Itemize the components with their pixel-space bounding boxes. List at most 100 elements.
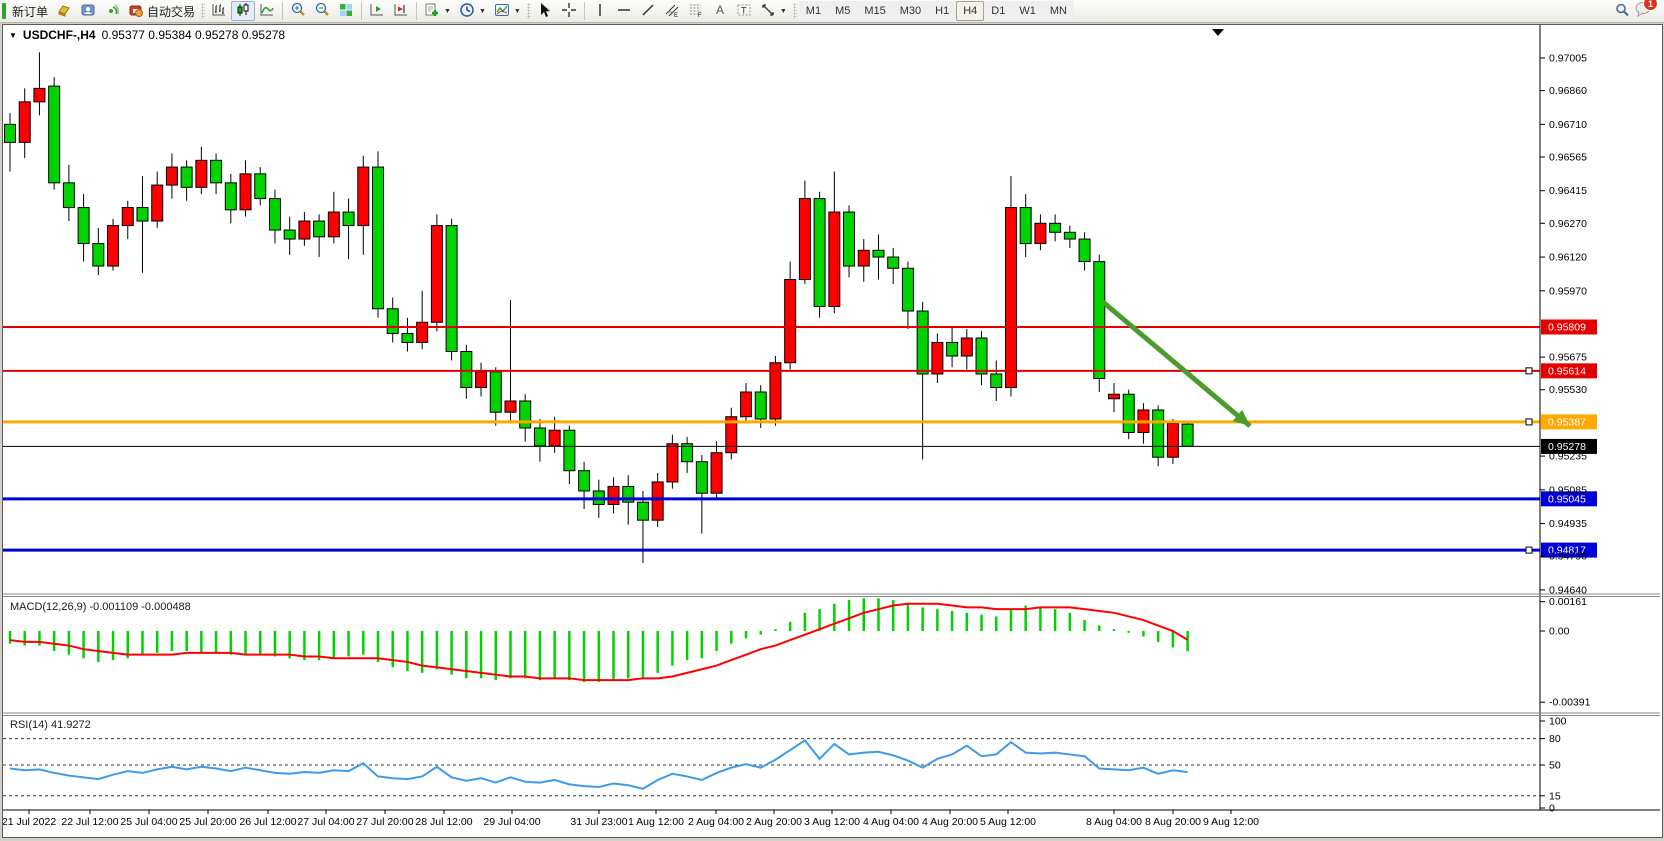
trendline-button[interactable]: [636, 1, 660, 21]
svg-text:100: 100: [1549, 716, 1567, 728]
chart-symbol-label: USDCHF-,H4: [23, 28, 96, 42]
tile-windows-icon: [338, 2, 354, 21]
svg-text:8 Aug 20:00: 8 Aug 20:00: [1145, 816, 1201, 828]
svg-text:3 Aug 12:00: 3 Aug 12:00: [804, 816, 860, 828]
arrows-icon: [760, 2, 776, 21]
svg-text:1 Aug 12:00: 1 Aug 12:00: [628, 816, 684, 828]
svg-text:-0.00391: -0.00391: [1549, 697, 1591, 709]
auto-scroll-icon: [393, 2, 409, 21]
timeframe-m1[interactable]: M1: [799, 1, 828, 21]
timeframe-mn[interactable]: MN: [1043, 1, 1074, 21]
community-button[interactable]: [76, 1, 100, 21]
toolbar-separator: [282, 2, 283, 20]
bar-chart-button[interactable]: [207, 1, 231, 21]
crosshair-button[interactable]: [557, 1, 581, 21]
clipped-button[interactable]: [2, 3, 6, 19]
new-order-button[interactable]: 新订单: [8, 1, 52, 21]
rsi-indicator-label: RSI(14) 41.9272: [10, 719, 91, 731]
svg-text:25 Jul 04:00: 25 Jul 04:00: [120, 816, 177, 828]
timeframe-m5[interactable]: M5: [828, 1, 857, 21]
timeframe-m30[interactable]: M30: [893, 1, 928, 21]
svg-text:0.96710: 0.96710: [1549, 119, 1587, 131]
chart-shift-button[interactable]: [365, 1, 389, 21]
template-chart-icon: [494, 2, 510, 21]
svg-text:22 Jul 12:00: 22 Jul 12:00: [61, 816, 118, 828]
autotrading-label: 自动交易: [147, 3, 195, 20]
search-icon: [1614, 2, 1630, 21]
tile-windows-button[interactable]: [334, 1, 358, 21]
chart-ohlc-values: 0.95377 0.95384 0.95278 0.95278: [102, 28, 286, 42]
zoom-in-button[interactable]: [286, 1, 310, 21]
text-icon: A: [712, 2, 728, 21]
chart-canvas[interactable]: 0.958090.956140.953870.952780.950450.948…: [3, 25, 1660, 835]
toolbar-grip: [793, 3, 797, 19]
chart-window: 0.958090.956140.953870.952780.950450.948…: [2, 24, 1663, 838]
svg-text:0.96270: 0.96270: [1549, 218, 1587, 230]
timeframe-h1[interactable]: H1: [928, 1, 956, 21]
zoom-out-button[interactable]: [310, 1, 334, 21]
timeframe-d1[interactable]: D1: [984, 1, 1012, 21]
vertical-line-button[interactable]: [588, 1, 612, 21]
autotrading-icon: [128, 2, 144, 21]
svg-text:0.00: 0.00: [1549, 626, 1570, 638]
svg-text:29 Jul 04:00: 29 Jul 04:00: [483, 816, 540, 828]
svg-text:0.97005: 0.97005: [1549, 53, 1587, 65]
svg-text:A: A: [716, 3, 724, 17]
vertical-line-icon: [592, 2, 608, 21]
svg-text:80: 80: [1549, 733, 1561, 745]
timeframe-w1[interactable]: W1: [1012, 1, 1043, 21]
line-chart-button[interactable]: [255, 1, 279, 21]
fibonacci-button[interactable]: F: [684, 1, 708, 21]
text-label-icon: T: [736, 2, 752, 21]
dropdown-caret: ▼: [444, 8, 451, 15]
community-icon: [80, 2, 96, 21]
svg-text:0.95809: 0.95809: [1548, 321, 1586, 333]
line-chart-icon: [259, 2, 275, 21]
collapse-triangle-icon[interactable]: ▼: [9, 31, 17, 40]
new-chart-button[interactable]: ▼: [420, 1, 455, 21]
text-label-button[interactable]: T: [732, 1, 756, 21]
svg-text:27 Jul 04:00: 27 Jul 04:00: [297, 816, 354, 828]
svg-text:0.00161: 0.00161: [1549, 596, 1587, 608]
svg-text:9 Aug 12:00: 9 Aug 12:00: [1203, 816, 1259, 828]
text-button[interactable]: A: [708, 1, 732, 21]
periods-button[interactable]: ▼: [455, 1, 490, 21]
dropdown-caret: ▼: [479, 8, 486, 15]
search-button[interactable]: [1610, 1, 1634, 21]
svg-text:E: E: [674, 13, 678, 18]
svg-text:31 Jul 23:00: 31 Jul 23:00: [570, 816, 627, 828]
horizontal-line-icon: [616, 2, 632, 21]
trendline-icon: [640, 2, 656, 21]
svg-text:15: 15: [1549, 790, 1561, 802]
templates-button[interactable]: ▼: [490, 1, 525, 21]
svg-text:0: 0: [1549, 803, 1555, 815]
auto-scroll-button[interactable]: [389, 1, 413, 21]
svg-text:4 Aug 04:00: 4 Aug 04:00: [863, 816, 919, 828]
chat-button[interactable]: 1: [1634, 0, 1652, 22]
toolbar-separator: [361, 2, 362, 20]
zoom-in-icon: [290, 2, 306, 21]
cursor-icon: [537, 2, 553, 21]
timeframe-m15[interactable]: M15: [857, 1, 892, 21]
svg-text:8 Aug 04:00: 8 Aug 04:00: [1086, 816, 1142, 828]
svg-text:2 Aug 04:00: 2 Aug 04:00: [688, 816, 744, 828]
equidistant-channel-button[interactable]: E: [660, 1, 684, 21]
chart-title: ▼ USDCHF-,H4 0.95377 0.95384 0.95278 0.9…: [9, 28, 285, 42]
autotrading-button[interactable]: 自动交易: [124, 1, 199, 21]
crosshair-icon: [561, 2, 577, 21]
bar-chart-icon: [211, 2, 227, 21]
cursor-button[interactable]: [533, 1, 557, 21]
macd-indicator-label: MACD(12,26,9) -0.001109 -0.000488: [10, 601, 191, 613]
new-chart-icon: [424, 2, 440, 21]
market-button[interactable]: [52, 1, 76, 21]
svg-text:25 Jul 20:00: 25 Jul 20:00: [179, 816, 236, 828]
svg-text:0.95614: 0.95614: [1548, 365, 1586, 377]
main-toolbar: 新订单 自动交易 ▼ ▼: [0, 0, 1664, 23]
svg-text:0.95235: 0.95235: [1549, 451, 1587, 463]
horizontal-line-button[interactable]: [612, 1, 636, 21]
svg-text:0.96565: 0.96565: [1549, 151, 1587, 163]
signals-button[interactable]: [100, 1, 124, 21]
candlestick-button[interactable]: [231, 1, 255, 21]
arrows-button[interactable]: ▼: [756, 1, 791, 21]
timeframe-h4[interactable]: H4: [956, 1, 984, 21]
